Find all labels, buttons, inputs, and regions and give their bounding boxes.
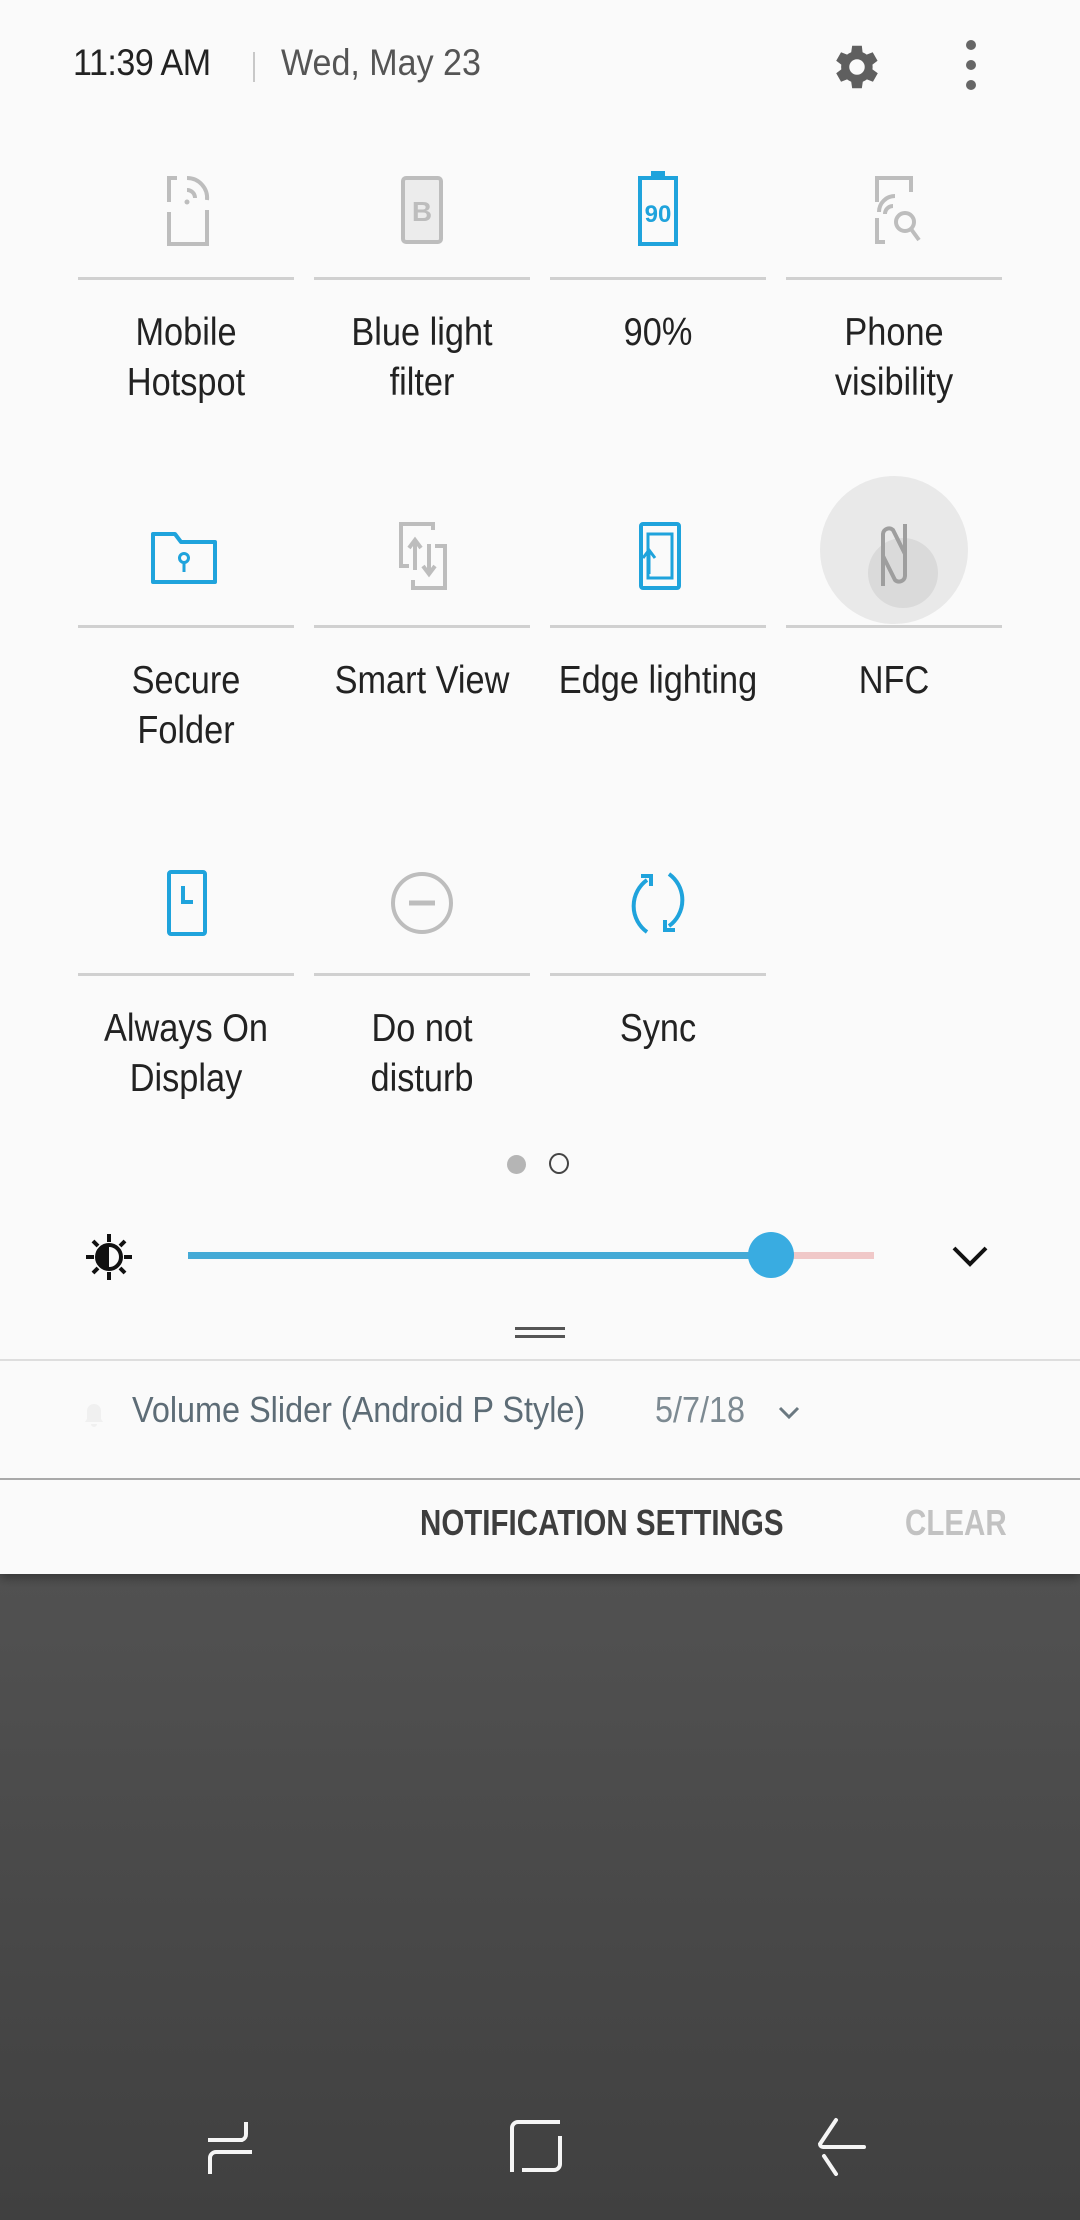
tile-label: Mobile Hotspot	[126, 311, 246, 404]
always-on-display-icon	[167, 870, 207, 936]
bell-icon	[85, 1404, 103, 1427]
notification-settings-button[interactable]: NOTIFICATION SETTINGS	[420, 1502, 784, 1544]
slider-thumb[interactable]	[748, 1232, 795, 1278]
tile-phone-visibility[interactable]: Phone visibility	[786, 140, 1002, 470]
sync-icon	[631, 872, 685, 934]
tile-smart-view[interactable]: Smart View	[314, 488, 530, 818]
tile-blue-light-filter[interactable]: B Blue light filter	[314, 140, 530, 470]
tile-divider	[78, 973, 294, 976]
notification-panel: 11:39 AM Wed, May 23 Mobile Hotspot B Bl…	[0, 0, 1080, 1574]
tile-mobile-hotspot[interactable]: Mobile Hotspot	[78, 140, 294, 470]
tile-nfc[interactable]: NFC	[786, 476, 1002, 818]
smart-view-icon	[399, 522, 447, 590]
tile-label: Phone visibility	[834, 311, 954, 404]
notification-item[interactable]: Volume Slider (Android P Style) 5/7/18	[0, 1361, 1080, 1479]
edge-lighting-icon	[639, 522, 681, 590]
chevron-down-icon[interactable]	[948, 1238, 992, 1274]
tile-label: Do not disturb	[370, 1007, 474, 1100]
divider	[0, 1478, 1080, 1480]
clock-time[interactable]: 11:39 AM	[73, 42, 211, 84]
brightness-icon	[86, 1234, 132, 1280]
tile-divider	[550, 277, 766, 280]
page-indicator-next[interactable]	[549, 1153, 569, 1174]
tile-label: NFC	[858, 659, 930, 702]
back-icon[interactable]	[812, 2116, 872, 2176]
tile-label: Edge lighting	[558, 659, 758, 702]
tile-sync[interactable]: Sync	[550, 836, 766, 1166]
blue-light-filter-icon: B	[401, 176, 443, 244]
tile-label: 90%	[623, 311, 693, 354]
tile-label: Sync	[619, 1007, 697, 1050]
tile-label: Secure Folder	[131, 659, 241, 752]
tile-secure-folder[interactable]: Secure Folder	[78, 488, 294, 818]
recents-icon[interactable]	[206, 2116, 266, 2176]
home-icon[interactable]	[508, 2116, 568, 2176]
tile-label: Blue light filter	[351, 311, 493, 404]
tile-battery[interactable]: 90 90%	[550, 140, 766, 470]
tile-always-on-display[interactable]: Always On Display	[78, 836, 294, 1166]
page-indicator-current[interactable]	[507, 1155, 526, 1174]
panel-header: 11:39 AM Wed, May 23	[0, 0, 1080, 130]
tile-divider	[786, 625, 1002, 628]
tile-divider	[550, 973, 766, 976]
slider-track-fill	[188, 1252, 772, 1259]
notification-time: 5/7/18	[655, 1389, 746, 1430]
secure-folder-icon	[151, 532, 217, 584]
tile-divider	[314, 973, 530, 976]
tile-divider	[314, 625, 530, 628]
phone-visibility-icon	[875, 176, 921, 244]
drag-handle[interactable]	[515, 1327, 565, 1341]
gear-icon[interactable]	[828, 38, 886, 96]
tile-edge-lighting[interactable]: Edge lighting	[550, 488, 766, 818]
tile-divider	[78, 277, 294, 280]
chevron-down-icon[interactable]	[776, 1403, 802, 1423]
tile-label: Smart View	[334, 659, 510, 702]
more-vertical-icon[interactable]	[955, 38, 987, 96]
notification-title: Volume Slider (Android P Style)	[132, 1389, 586, 1430]
brightness-slider[interactable]	[188, 1230, 874, 1280]
tile-divider	[78, 625, 294, 628]
tile-divider	[550, 625, 766, 628]
tile-do-not-disturb[interactable]: Do not disturb	[314, 836, 530, 1166]
svg-text:90: 90	[645, 201, 672, 228]
header-separator	[253, 52, 255, 82]
do-not-disturb-icon	[391, 872, 453, 934]
clear-button[interactable]: CLEAR	[905, 1502, 1007, 1544]
date[interactable]: Wed, May 23	[281, 42, 481, 84]
mobile-hotspot-icon	[167, 175, 210, 246]
battery-icon: 90	[638, 171, 678, 246]
nfc-icon	[881, 524, 907, 586]
svg-text:B: B	[412, 196, 432, 227]
tile-divider	[786, 277, 1002, 280]
tile-label: Always On Display	[103, 1007, 269, 1100]
tile-divider	[314, 277, 530, 280]
